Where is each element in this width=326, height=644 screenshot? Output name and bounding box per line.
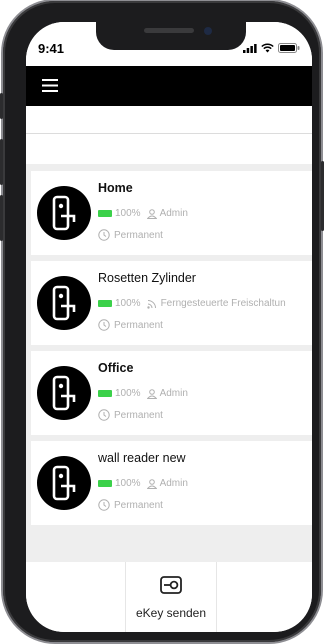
door-lock-icon [37,456,91,510]
lock-validity-row: Permanent [98,319,163,331]
screen: 9:41 Home 100% Admin Permanent Rosetten … [26,22,312,632]
validity: Permanent [114,409,163,421]
battery-icon [98,390,112,397]
list-header-strip [26,106,312,134]
volume-up-button [0,139,3,185]
front-camera [204,27,212,35]
door-lock-icon [37,366,91,420]
lock-name: wall reader new [98,451,186,465]
send-ekey-label: eKey senden [135,606,207,620]
status-icons [243,43,300,53]
battery-level: 100% [115,298,141,309]
clock-icon [98,229,110,241]
access-type: Admin [159,388,188,399]
lock-status-row: 100% Admin [98,478,188,489]
lock-card[interactable]: wall reader new 100% Admin Permanent [31,441,312,525]
phone-frame: 9:41 Home 100% Admin Permanent Rosetten … [0,1,324,642]
lock-status-row: 100% Admin [98,388,188,399]
lock-status-row: 100% Admin [98,208,188,219]
clock-icon [98,499,110,511]
lock-validity-row: Permanent [98,409,163,421]
access-type: Admin [159,478,188,489]
notch [96,22,246,50]
wifi-icon [261,43,274,53]
user-icon [146,388,157,399]
battery-icon [98,300,112,307]
status-time: 9:41 [38,41,65,56]
user-icon [146,478,157,489]
access-type: Ferngesteuerte Freischaltun [160,298,286,309]
lock-name: Office [98,361,134,375]
lock-card[interactable]: Office 100% Admin Permanent [31,351,312,435]
door-lock-icon [37,276,91,330]
hamburger-menu-icon[interactable] [42,79,58,92]
send-ekey-tab[interactable]: eKey senden [125,562,217,632]
battery-level: 100% [115,208,141,219]
list-header-strip-2 [26,134,312,164]
battery-icon [98,480,112,487]
battery-status-icon [278,43,300,53]
volume-down-button [0,195,3,241]
clock-icon [98,409,110,421]
battery-icon [98,210,112,217]
battery-level: 100% [115,478,141,489]
validity: Permanent [114,319,163,331]
status-bar: 9:41 [26,22,312,66]
app-bar [26,66,312,106]
lock-card[interactable]: Rosetten Zylinder 100% Ferngesteuerte Fr… [31,261,312,345]
bottom-nav: eKey senden [26,562,312,632]
validity: Permanent [114,499,163,511]
access-type: Admin [159,208,188,219]
signal-icon [243,43,257,53]
lock-list: Home 100% Admin Permanent Rosetten Zylin… [26,106,312,562]
lock-name: Home [98,181,133,195]
lock-status-row: 100% Ferngesteuerte Freischaltun [98,298,286,309]
battery-level: 100% [115,388,141,399]
lock-card[interactable]: Home 100% Admin Permanent [31,171,312,255]
ekey-send-icon [160,576,182,594]
lock-name: Rosetten Zylinder [98,271,196,285]
remote-unlock-icon [146,299,156,309]
user-icon [146,208,157,219]
power-button [321,161,324,231]
door-lock-icon [37,186,91,240]
lock-validity-row: Permanent [98,229,163,241]
mute-switch [0,93,3,119]
validity: Permanent [114,229,163,241]
clock-icon [98,319,110,331]
speaker [144,28,194,33]
lock-validity-row: Permanent [98,499,163,511]
